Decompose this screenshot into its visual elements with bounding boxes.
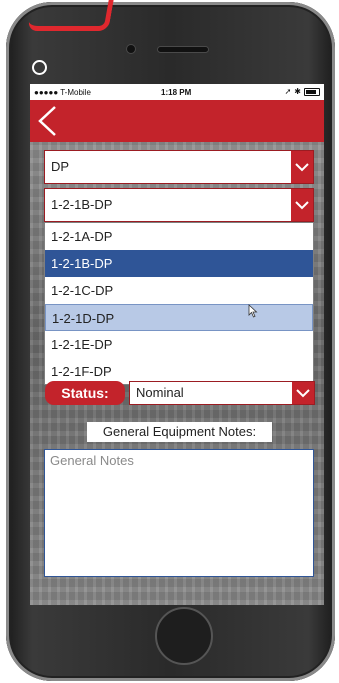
general-notes-label: General Equipment Notes: xyxy=(87,422,272,442)
status-label: Status: xyxy=(45,381,125,405)
dropdown-option-selected[interactable]: 1-2-1B-DP xyxy=(45,250,313,277)
phone-speaker xyxy=(158,47,208,52)
equipment-select[interactable]: 1-2-1B-DP xyxy=(44,188,314,222)
chevron-down-icon[interactable] xyxy=(292,382,314,404)
chevron-down-icon[interactable] xyxy=(291,189,313,221)
battery-icon xyxy=(304,87,320,96)
status-select[interactable]: Nominal xyxy=(129,381,315,405)
status-icons: ➚ ✱ xyxy=(285,87,320,96)
equipment-select-value: 1-2-1B-DP xyxy=(51,197,113,212)
equipment-dropdown-list: 1-2-1A-DP 1-2-1B-DP 1-2-1C-DP 1-2-1D-DP … xyxy=(44,222,314,385)
mouse-cursor-icon xyxy=(248,304,258,318)
category-select-value: DP xyxy=(51,159,70,174)
red-corner-tab xyxy=(27,0,114,31)
status-bar: ●●●●● T-Mobile 1:18 PM ➚ ✱ xyxy=(30,84,324,100)
category-select[interactable]: DP xyxy=(44,150,314,184)
phone-camera xyxy=(127,45,135,53)
chevron-down-icon[interactable] xyxy=(291,151,313,183)
dropdown-option[interactable]: 1-2-1C-DP xyxy=(45,277,313,304)
back-button[interactable] xyxy=(36,105,60,137)
status-select-value: Nominal xyxy=(136,385,184,400)
bluetooth-icon: ✱ xyxy=(294,87,301,96)
dropdown-option[interactable]: 1-2-1A-DP xyxy=(45,223,313,250)
dropdown-option[interactable]: 1-2-1E-DP xyxy=(45,331,313,358)
app-screen: ●●●●● T-Mobile 1:18 PM ➚ ✱ DP 1-2-1B-DP … xyxy=(30,84,324,605)
app-header xyxy=(30,100,324,142)
location-icon: ➚ xyxy=(284,87,292,96)
clock: 1:18 PM xyxy=(161,88,192,97)
home-button[interactable] xyxy=(155,607,213,665)
carrier-label: ●●●●● T-Mobile xyxy=(34,88,91,97)
dropdown-option-hovered[interactable]: 1-2-1D-DP xyxy=(45,304,313,331)
general-notes-input[interactable] xyxy=(44,449,314,577)
chevron-left-icon xyxy=(38,106,56,136)
assistive-touch-icon[interactable] xyxy=(32,60,47,75)
